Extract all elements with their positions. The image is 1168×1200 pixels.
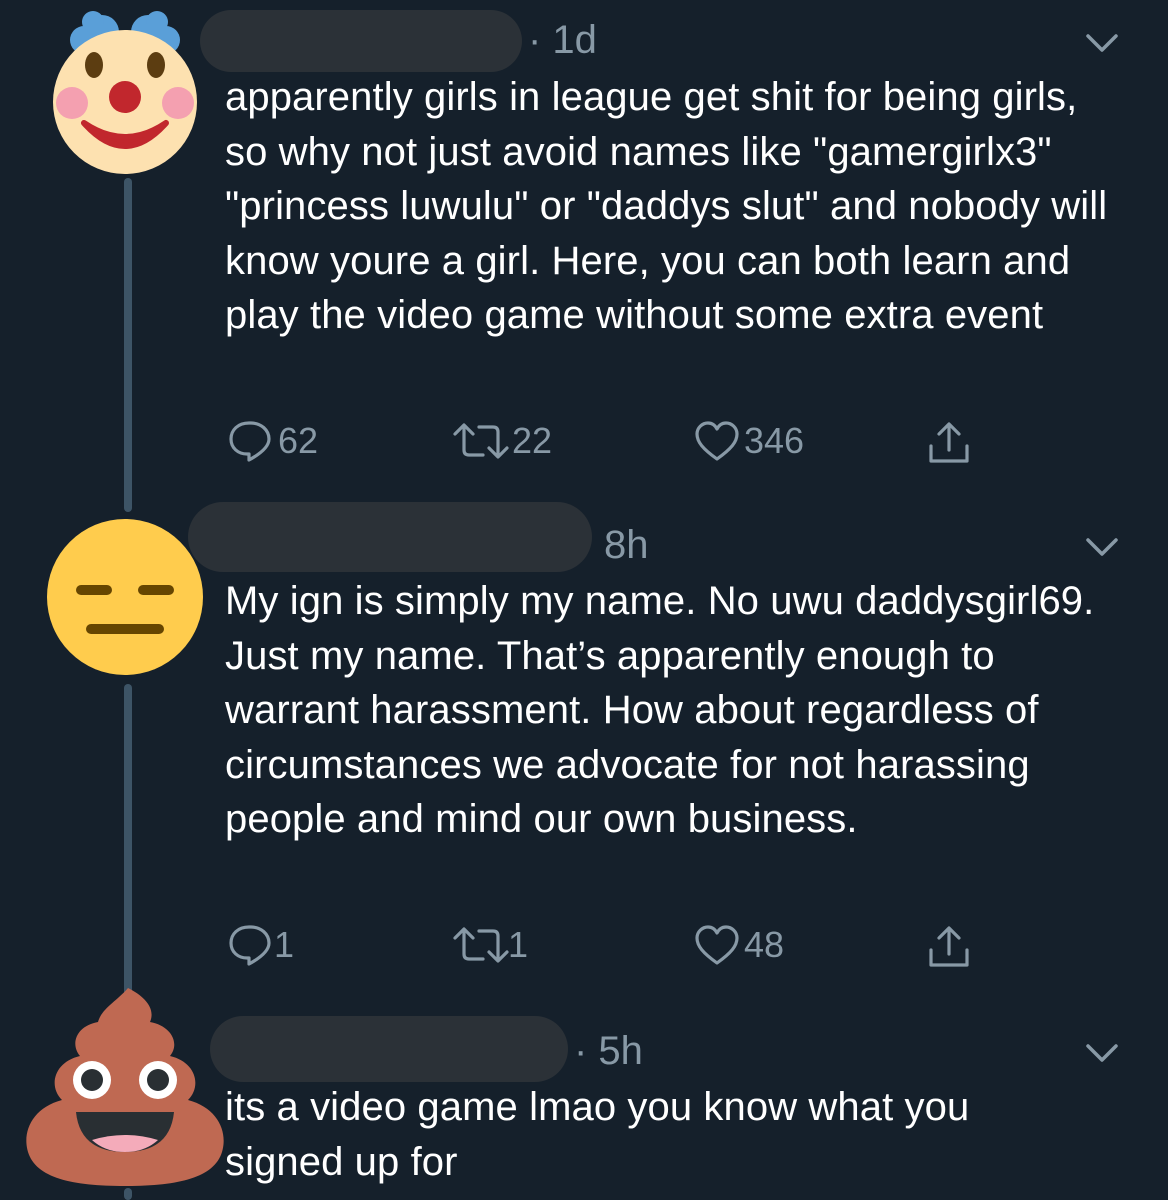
retweet-icon (453, 423, 509, 459)
author-name-redacted[interactable] (200, 10, 522, 72)
tweet-timestamp[interactable]: 8h (604, 521, 649, 569)
reply-count: 62 (278, 420, 319, 461)
tweet-text: apparently girls in league get shit for … (225, 75, 1108, 337)
tweet-text: My ign is simply my name. No uwu daddysg… (225, 579, 1095, 841)
author-name-redacted[interactable] (210, 1016, 568, 1082)
retweet-count: 22 (512, 420, 553, 461)
clown-face-avatar[interactable] (40, 5, 210, 175)
reply-icon (229, 421, 271, 462)
pile-of-poo-avatar[interactable] (20, 982, 230, 1192)
expressionless-face-avatar[interactable] (40, 512, 210, 682)
retweet-icon (453, 927, 509, 963)
reply-thread: · 1d apparently girls in league get shit… (0, 0, 1168, 1200)
reply-button[interactable]: 62 (228, 420, 318, 462)
retweet-count: 1 (508, 924, 529, 965)
like-count: 48 (744, 924, 785, 965)
chevron-down-icon[interactable] (1085, 1042, 1119, 1064)
reply-icon (229, 925, 271, 966)
tweet-text: its a video game lmao you know what you … (225, 1085, 970, 1184)
like-count: 346 (744, 420, 805, 461)
share-button[interactable] (926, 420, 972, 466)
heart-icon (695, 421, 739, 461)
heart-icon (695, 925, 739, 965)
thread-line (124, 684, 132, 996)
chevron-down-icon[interactable] (1085, 536, 1119, 558)
reply-count: 1 (274, 924, 295, 965)
like-button[interactable]: 48 (694, 924, 784, 966)
chevron-down-icon[interactable] (1085, 32, 1119, 54)
tweet-timestamp[interactable]: · 1d (528, 16, 597, 64)
share-icon (929, 926, 969, 967)
retweet-button[interactable]: 22 (452, 420, 552, 462)
thread-line (124, 178, 132, 512)
share-icon (929, 422, 969, 463)
like-button[interactable]: 346 (694, 420, 804, 462)
share-button[interactable] (926, 924, 972, 970)
author-name-redacted[interactable] (188, 502, 592, 572)
reply-button[interactable]: 1 (228, 924, 294, 966)
tweet-timestamp[interactable]: · 5h (574, 1027, 643, 1075)
retweet-button[interactable]: 1 (452, 924, 528, 966)
